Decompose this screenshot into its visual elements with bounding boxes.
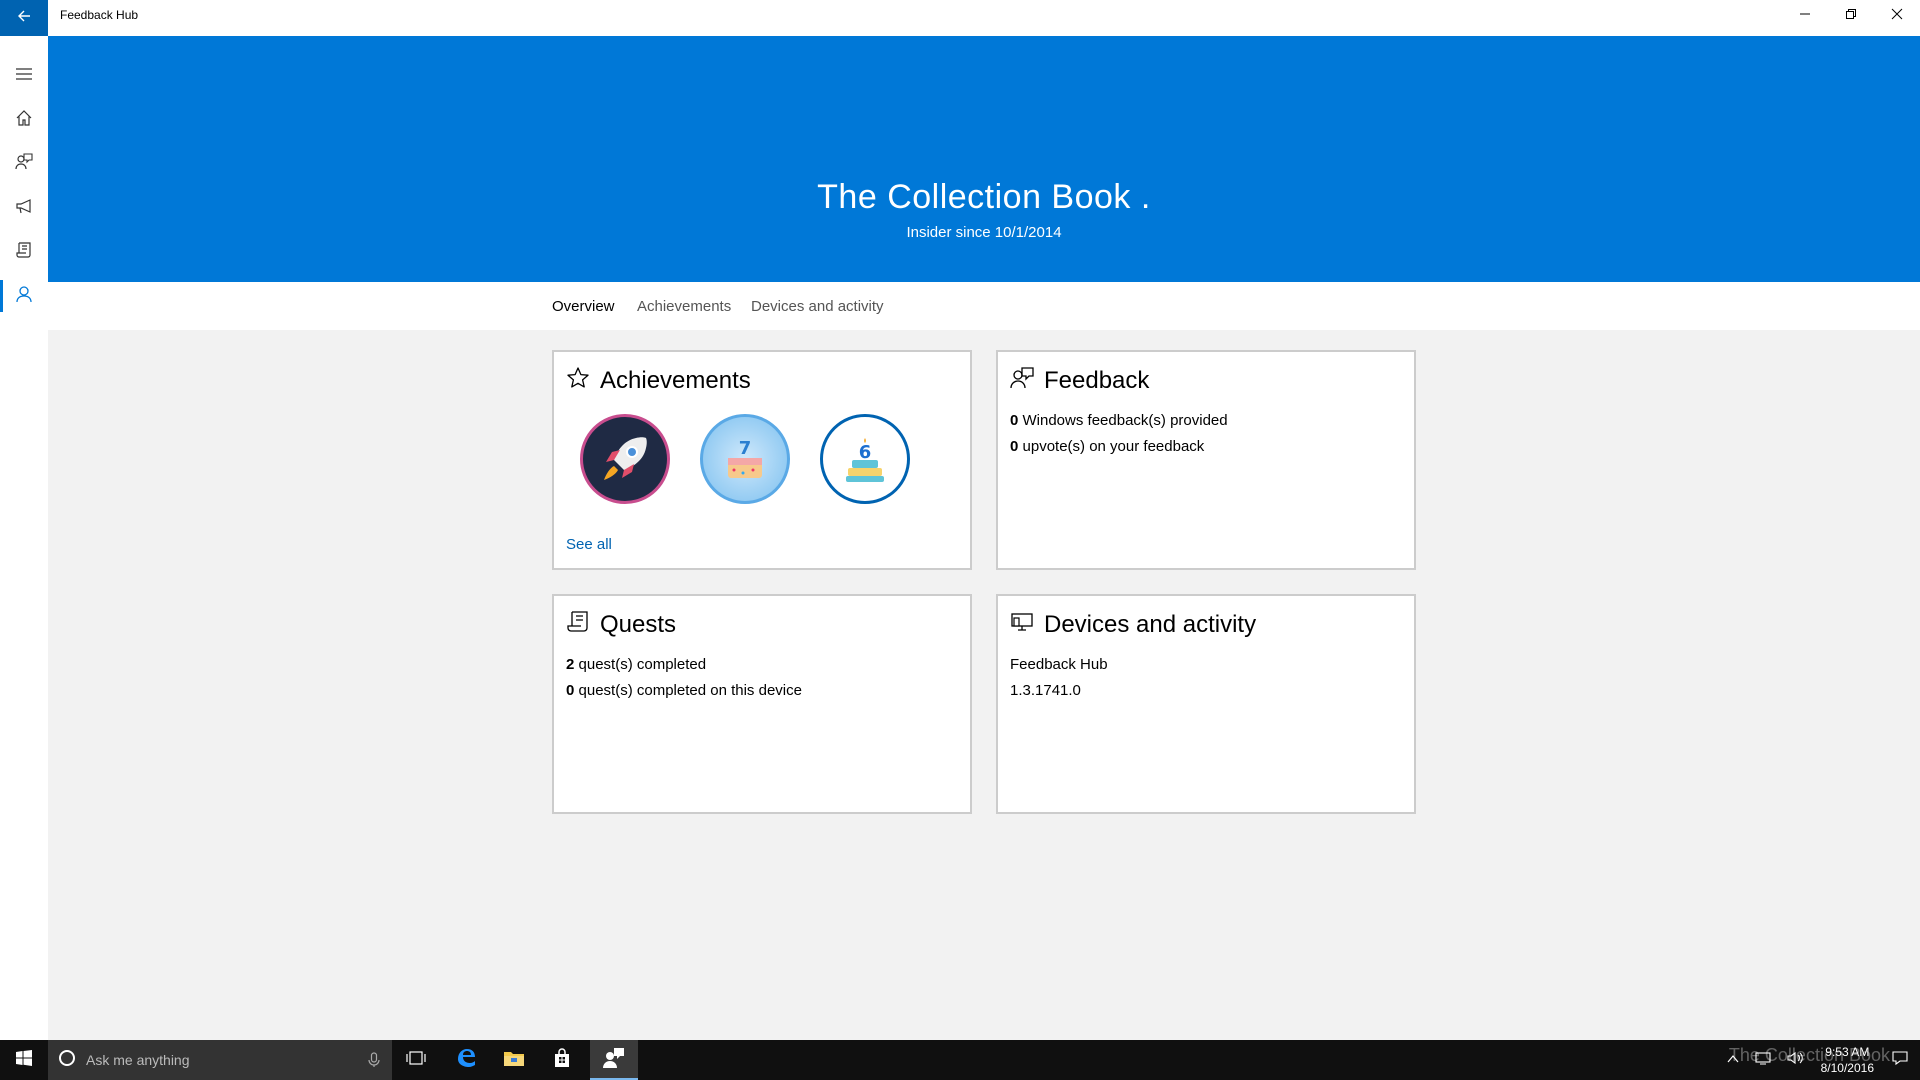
rail-item-announcements[interactable] <box>0 186 48 230</box>
restore-button[interactable] <box>1828 0 1874 32</box>
rail-item-profile[interactable] <box>0 274 48 318</box>
restore-icon <box>1845 7 1857 25</box>
file-explorer-icon <box>503 1049 525 1072</box>
store-taskbar-button[interactable] <box>538 1040 586 1080</box>
device-app-name: Feedback Hub <box>1010 656 1108 673</box>
quests-on-device-line: 0 quest(s) completed on this device <box>566 678 802 704</box>
rocket-badge[interactable] <box>580 414 670 504</box>
title-bar: Feedback Hub <box>0 0 1920 36</box>
microphone-icon[interactable] <box>368 1052 380 1073</box>
app-title: Feedback Hub <box>60 8 139 22</box>
rail-item-feedback[interactable] <box>0 142 48 186</box>
person-icon <box>15 285 33 308</box>
svg-text:6: 6 <box>859 442 872 463</box>
feedback-stats: 0 Windows feedback(s) provided 0 upvote(… <box>1010 408 1228 460</box>
feedback-card[interactable]: Feedback 0 Windows feedback(s) provided … <box>996 350 1416 570</box>
profile-tabs: Overview Achievements Devices and activi… <box>48 282 1920 330</box>
device-info: Feedback Hub 1.3.1741.0 <box>1010 652 1108 704</box>
feedback-card-header: Feedback <box>1010 366 1149 395</box>
tab-devices-and-activity[interactable]: Devices and activity <box>751 298 884 315</box>
hamburger-icon <box>15 67 33 86</box>
achievements-card-header: Achievements <box>566 366 751 395</box>
feedback-hub-icon <box>603 1047 625 1074</box>
rail-item-menu[interactable] <box>0 54 48 98</box>
overview-content: Achievements 7 6 See all Feedback 0 Wind… <box>48 330 1920 1040</box>
feedback-provided-text: Windows feedback(s) provided <box>1018 412 1228 429</box>
store-icon <box>552 1047 572 1073</box>
feedback-card-title: Feedback <box>1044 366 1150 394</box>
start-button[interactable] <box>0 1040 48 1080</box>
quests-on-device-text: quest(s) completed on this device <box>574 682 802 699</box>
devices-card[interactable]: Devices and activity Feedback Hub 1.3.17… <box>996 594 1416 814</box>
action-center-icon[interactable] <box>1892 1050 1908 1071</box>
rail-item-quests[interactable] <box>0 230 48 274</box>
upvotes-line: 0 upvote(s) on your feedback <box>1010 434 1228 460</box>
cortana-circle-icon <box>58 1049 76 1072</box>
quest-scroll-icon <box>15 241 33 264</box>
windows-logo-icon <box>16 1049 32 1071</box>
clock-time: 9:53 AM <box>1825 1045 1870 1059</box>
edge-taskbar-button[interactable] <box>442 1040 490 1080</box>
network-icon[interactable] <box>1755 1051 1771 1070</box>
upvotes-text: upvote(s) on your feedback <box>1018 438 1205 455</box>
task-view-icon <box>406 1050 426 1071</box>
achievements-card-title: Achievements <box>600 366 751 394</box>
badge-list: 7 6 <box>580 414 940 504</box>
feedback-icon <box>15 152 33 176</box>
taskbar: Ask me anything 9:53 AM 8/10/2016 <box>0 1040 1920 1080</box>
edge-icon <box>455 1047 477 1074</box>
close-icon <box>1891 7 1903 25</box>
devices-card-header: Devices and activity <box>1010 610 1256 639</box>
cake-6-badge[interactable]: 6 <box>820 414 910 504</box>
star-icon <box>566 366 590 395</box>
quest-stats: 2 quest(s) completed 0 quest(s) complete… <box>566 652 802 704</box>
svg-text:7: 7 <box>739 438 752 459</box>
achievements-card[interactable]: Achievements 7 6 See all <box>552 350 972 570</box>
task-view-button[interactable] <box>392 1040 440 1080</box>
cortana-search-box[interactable]: Ask me anything <box>48 1040 392 1080</box>
taskbar-clock[interactable]: 9:53 AM 8/10/2016 <box>1821 1044 1874 1076</box>
quests-completed-text: quest(s) completed <box>574 656 707 673</box>
close-button[interactable] <box>1874 0 1920 32</box>
file-explorer-taskbar-button[interactable] <box>490 1040 538 1080</box>
quest-scroll-icon <box>566 610 590 639</box>
minimize-button[interactable] <box>1782 0 1828 32</box>
rail-item-home[interactable] <box>0 98 48 142</box>
home-icon <box>15 109 33 132</box>
navigation-rail <box>0 36 48 1040</box>
window-controls <box>1782 0 1920 36</box>
system-tray: 9:53 AM 8/10/2016 <box>1719 1040 1920 1080</box>
feedback-hub-taskbar-button[interactable] <box>590 1040 638 1080</box>
insider-since: Insider since 10/1/2014 <box>906 224 1062 241</box>
see-all-link[interactable]: See all <box>566 536 612 553</box>
show-hidden-icons-icon[interactable] <box>1727 1051 1739 1069</box>
quests-card[interactable]: Quests 2 quest(s) completed 0 quest(s) c… <box>552 594 972 814</box>
feedback-provided-line: 0 Windows feedback(s) provided <box>1010 408 1228 434</box>
search-placeholder: Ask me anything <box>86 1052 190 1068</box>
megaphone-icon <box>15 197 33 220</box>
feedback-icon <box>1010 366 1034 395</box>
quests-completed-line: 2 quest(s) completed <box>566 652 802 678</box>
profile-header: The Collection Book . Insider since 10/1… <box>48 36 1920 282</box>
minimize-icon <box>1799 7 1811 25</box>
profile-name: The Collection Book . <box>817 178 1151 216</box>
cake-7-badge[interactable]: 7 <box>700 414 790 504</box>
tab-achievements[interactable]: Achievements <box>637 298 731 315</box>
volume-icon[interactable] <box>1787 1051 1805 1070</box>
back-arrow-icon <box>16 8 32 29</box>
devices-card-title: Devices and activity <box>1044 610 1257 638</box>
tab-overview[interactable]: Overview <box>552 298 615 315</box>
quests-card-header: Quests <box>566 610 676 639</box>
clock-date: 8/10/2016 <box>1820 1061 1874 1075</box>
device-app-version: 1.3.1741.0 <box>1010 682 1081 699</box>
device-icon <box>1010 610 1034 639</box>
back-button[interactable] <box>0 0 48 36</box>
quests-card-title: Quests <box>600 610 677 638</box>
